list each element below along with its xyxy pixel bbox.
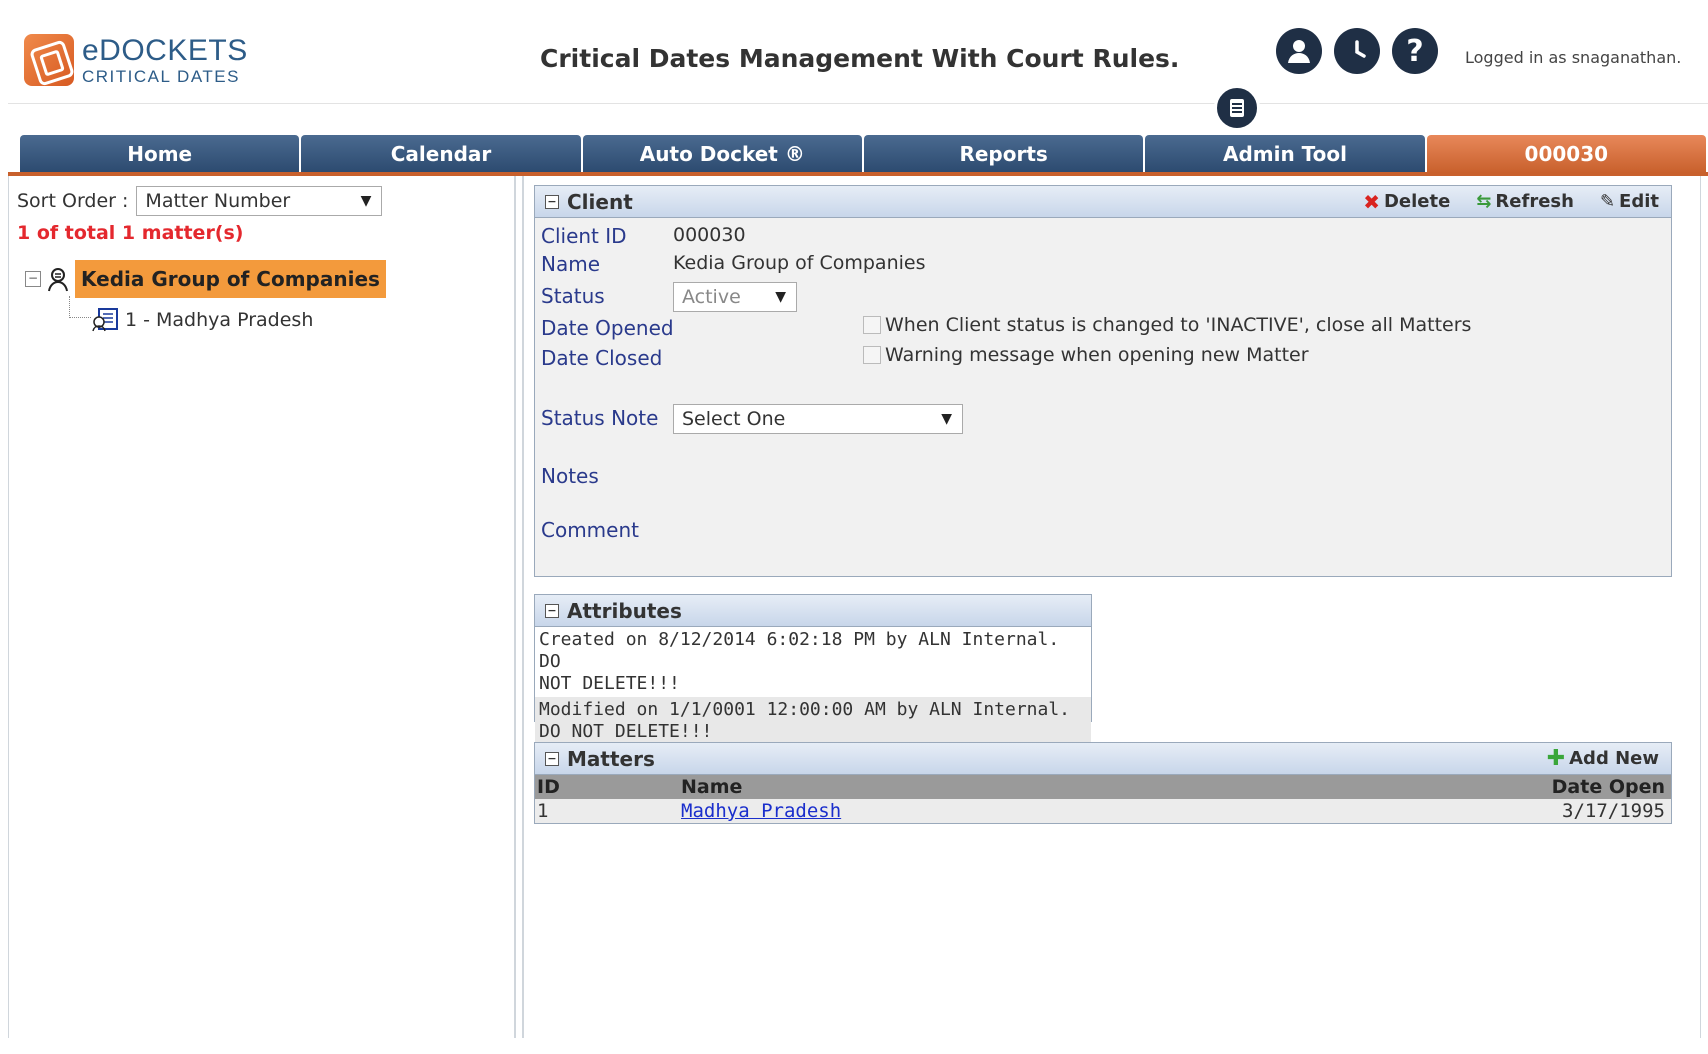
tree-root-node[interactable]: − Kedia Group of Companies — [25, 260, 386, 298]
column-header-name[interactable]: Name — [681, 776, 742, 798]
edit-label: Edit — [1619, 191, 1659, 212]
tree-root-label[interactable]: Kedia Group of Companies — [75, 260, 386, 298]
comment-label: Comment — [541, 518, 639, 542]
matters-panel: − Matters ✚ Add New ID Name Date Open 1 … — [534, 742, 1672, 824]
tree-connector — [69, 296, 91, 318]
tab-home[interactable]: Home — [20, 135, 300, 173]
pencil-icon: ✎ — [1599, 191, 1616, 212]
status-note-label: Status Note — [541, 406, 659, 430]
attribute-line: DO NOT DELETE!!! — [539, 721, 713, 742]
edit-button[interactable]: ✎ Edit — [1600, 190, 1659, 214]
date-closed-label: Date Closed — [541, 346, 663, 370]
matter-date-open: 3/17/1995 — [1562, 800, 1665, 822]
tab-calendar[interactable]: Calendar — [301, 135, 581, 173]
tree-child-label: 1 - Madhya Pradesh — [125, 309, 314, 331]
plus-icon: ✚ — [1546, 746, 1566, 771]
user-profile-icon[interactable] — [1276, 28, 1322, 74]
logo-icon — [24, 34, 74, 86]
refresh-icon: ⇆ — [1476, 191, 1492, 212]
status-value: Active — [682, 286, 741, 308]
app-title: Critical Dates Management With Court Rul… — [540, 44, 1180, 73]
matter-icon — [92, 308, 118, 332]
refresh-button[interactable]: ⇆ Refresh — [1476, 190, 1574, 214]
attributes-body: Created on 8/12/2014 6:02:18 PM by ALN I… — [535, 627, 1091, 745]
column-header-date-open[interactable]: Date Open — [1552, 776, 1665, 798]
sort-order-label: Sort Order : — [17, 190, 129, 212]
status-select[interactable]: Active ▼ — [673, 282, 797, 312]
client-panel-title: Client — [567, 189, 633, 214]
delete-icon: ✖ — [1363, 189, 1380, 214]
tab-client-000030[interactable]: 000030 — [1426, 135, 1706, 173]
attribute-line: NOT DELETE!!! — [539, 673, 680, 694]
pane-divider[interactable] — [522, 176, 524, 1038]
matters-table-header: ID Name Date Open — [535, 775, 1671, 799]
name-value: Kedia Group of Companies — [673, 252, 926, 274]
main-nav: Home Calendar Auto Docket ® Reports Admi… — [20, 135, 1708, 173]
sort-row: Sort Order : Matter Number ▼ — [17, 186, 383, 216]
date-opened-label: Date Opened — [541, 316, 674, 340]
client-id-value: 000030 — [673, 224, 746, 246]
matter-id: 1 — [537, 800, 549, 822]
collapse-attributes-icon[interactable]: − — [545, 603, 559, 618]
logo-subtitle: CRITICAL DATES — [82, 66, 240, 86]
client-icon — [48, 268, 68, 292]
tab-reports[interactable]: Reports — [863, 135, 1144, 173]
matters-panel-header: − Matters ✚ Add New — [535, 743, 1671, 775]
chevron-down-icon: ▼ — [360, 193, 372, 209]
close-all-matters-option[interactable]: When Client status is changed to 'INACTI… — [863, 314, 1471, 336]
right-scrollbar[interactable] — [1700, 176, 1708, 1038]
column-header-id[interactable]: ID — [537, 776, 560, 798]
add-new-matter-button[interactable]: ✚ Add New — [1547, 746, 1659, 771]
status-label: Status — [541, 284, 605, 308]
warning-message-checkbox[interactable] — [863, 346, 881, 364]
delete-button[interactable]: ✖ Delete — [1363, 190, 1450, 214]
refresh-label: Refresh — [1495, 191, 1574, 212]
help-icon[interactable]: ? — [1392, 28, 1438, 74]
status-note-select[interactable]: Select One ▼ — [673, 404, 963, 434]
attributes-panel-title: Attributes — [567, 598, 682, 623]
warning-message-label: Warning message when opening new Matter — [885, 344, 1309, 366]
menu-icon[interactable] — [1214, 85, 1260, 131]
client-panel-header: − Client ✖ Delete ⇆ Refresh ✎ Edit — [535, 186, 1671, 218]
matters-panel-title: Matters — [567, 746, 655, 771]
tree-child-node[interactable]: 1 - Madhya Pradesh — [91, 308, 313, 332]
chevron-down-icon: ▼ — [941, 411, 952, 427]
clock-icon[interactable] — [1334, 28, 1380, 74]
attributes-panel: − Attributes Created on 8/12/2014 6:02:1… — [534, 594, 1092, 745]
client-panel-body: Client ID 000030 Name Kedia Group of Com… — [535, 218, 1671, 576]
attribute-modified: Modified on 1/1/0001 12:00:00 AM by ALN … — [535, 697, 1091, 745]
logo-title: eDOCKETS — [82, 33, 248, 67]
attribute-created: Created on 8/12/2014 6:02:18 PM by ALN I… — [535, 627, 1091, 697]
page: eDOCKETS CRITICAL DATES Critical Dates M… — [0, 0, 1708, 1054]
collapse-matters-icon[interactable]: − — [545, 751, 559, 766]
sort-order-value: Matter Number — [145, 190, 291, 212]
warning-message-option[interactable]: Warning message when opening new Matter — [863, 344, 1309, 366]
attribute-line: Created on 8/12/2014 6:02:18 PM by ALN I… — [539, 629, 1060, 672]
attribute-line: Modified on 1/1/0001 12:00:00 AM by ALN … — [539, 699, 1071, 720]
header: eDOCKETS CRITICAL DATES Critical Dates M… — [8, 16, 1708, 104]
matter-name-link[interactable]: Madhya Pradesh — [681, 800, 841, 822]
close-all-matters-checkbox[interactable] — [863, 316, 881, 334]
tab-auto-docket[interactable]: Auto Docket ® — [582, 135, 862, 173]
tab-admin-tool[interactable]: Admin Tool — [1145, 135, 1425, 173]
name-label: Name — [541, 252, 601, 276]
client-panel: − Client ✖ Delete ⇆ Refresh ✎ Edit Clien… — [534, 185, 1672, 577]
left-pane: Sort Order : Matter Number ▼ 1 of total … — [8, 176, 516, 1038]
add-new-label: Add New — [1569, 748, 1659, 769]
delete-label: Delete — [1383, 191, 1451, 212]
status-note-value: Select One — [682, 408, 786, 430]
notes-label: Notes — [541, 464, 599, 488]
client-id-label: Client ID — [541, 224, 627, 248]
attributes-panel-header: − Attributes — [535, 595, 1091, 627]
table-row: 1 Madhya Pradesh 3/17/1995 — [535, 799, 1671, 823]
collapse-client-icon[interactable]: − — [545, 194, 559, 209]
collapse-tree-icon[interactable]: − — [25, 271, 41, 287]
chevron-down-icon: ▼ — [775, 289, 786, 305]
logo[interactable]: eDOCKETS CRITICAL DATES — [24, 34, 248, 86]
sort-order-select[interactable]: Matter Number ▼ — [136, 186, 383, 216]
close-all-matters-label: When Client status is changed to 'INACTI… — [885, 314, 1472, 336]
logged-in-text: Logged in as snaganathan. — [1465, 48, 1682, 67]
matter-count: 1 of total 1 matter(s) — [17, 222, 244, 244]
